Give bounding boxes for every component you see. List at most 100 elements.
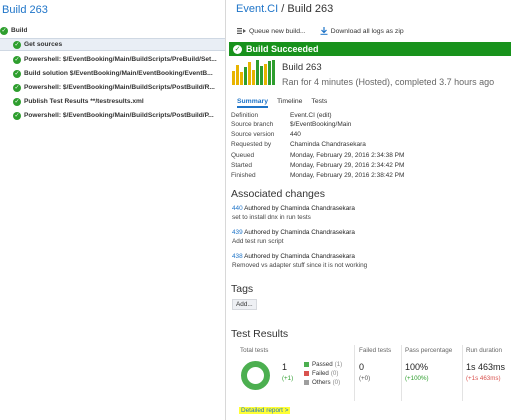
build-title[interactable]: Build 263 <box>2 4 48 16</box>
breadcrumb: Event.CI / Build 263 <box>236 3 333 15</box>
history-bar[interactable] <box>268 61 271 85</box>
failed-tests-delta: (+0) <box>359 375 371 382</box>
history-bar[interactable] <box>240 72 243 85</box>
build-root-node[interactable]: ✓ Build <box>0 24 225 37</box>
step-publish-test-results[interactable]: ✓ Publish Test Results **/testresults.xm… <box>0 95 225 108</box>
history-bar[interactable] <box>248 62 251 85</box>
change-id-link[interactable]: 438 <box>232 253 243 260</box>
step-label: Powershell: $/EventBooking/Main/BuildScr… <box>24 84 215 91</box>
history-bar[interactable] <box>256 60 259 85</box>
build-name: Build 263 <box>282 62 322 73</box>
failed-swatch <box>304 371 309 376</box>
others-count: (0) <box>332 379 341 386</box>
download-logs-button[interactable]: Download all logs as zip <box>320 27 404 35</box>
detail-label: Finished <box>231 172 256 179</box>
detail-label: Started <box>231 162 252 169</box>
change-item: 438 Authored by Chaminda Chandrasekara R… <box>232 253 367 269</box>
build-history-chart[interactable] <box>232 60 276 85</box>
step-powershell-prebuild[interactable]: ✓ Powershell: $/EventBooking/Main/BuildS… <box>0 53 225 66</box>
history-bar[interactable] <box>236 65 239 85</box>
add-tag-button[interactable]: Add... <box>232 299 257 310</box>
change-item: 439 Authored by Chaminda Chandrasekara A… <box>232 229 355 245</box>
build-status-banner: ✓ Build Succeeded <box>229 42 511 56</box>
total-tests-header: Total tests <box>240 347 269 354</box>
step-build-solution[interactable]: ✓ Build solution $/EventBooking/Main/Eve… <box>0 67 225 80</box>
change-message: Removed vs adapter stuff since it is not… <box>232 262 368 269</box>
queue-new-build-button[interactable]: Queue new build... <box>237 27 306 35</box>
change-author: Authored by Chaminda Chandrasekara <box>244 205 355 212</box>
test-results-heading: Test Results <box>231 328 289 340</box>
test-results-donut[interactable] <box>240 360 271 391</box>
history-bar[interactable] <box>232 71 235 85</box>
tab-summary[interactable]: Summary <box>237 98 268 108</box>
check-icon: ✓ <box>0 26 8 35</box>
check-icon: ✓ <box>13 97 21 106</box>
passed-label: Passed <box>312 361 333 368</box>
step-powershell-postbuild-p[interactable]: ✓ Powershell: $/EventBooking/Main/BuildS… <box>0 109 225 122</box>
change-author: Authored by Chaminda Chandrasekara <box>244 229 355 236</box>
detail-label: Definition <box>231 112 259 119</box>
failed-count: (0) <box>330 370 339 377</box>
step-label: Publish Test Results **/testresults.xml <box>24 98 144 105</box>
toolbar: Queue new build... Download all logs as … <box>228 22 511 40</box>
build-root-label: Build <box>11 27 28 34</box>
failed-tests-value: 0 <box>359 362 365 372</box>
check-icon: ✓ <box>13 69 21 78</box>
change-id-link[interactable]: 440 <box>232 205 243 212</box>
check-icon: ✓ <box>233 44 242 54</box>
others-label: Others <box>312 379 331 386</box>
change-author: Authored by Chaminda Chandrasekara <box>244 253 355 260</box>
banner-text: Build Succeeded <box>246 44 319 54</box>
failed-label: Failed <box>312 370 329 377</box>
detail-value: Monday, February 29, 2016 2:34:38 PM <box>290 152 405 159</box>
failed-tests-header: Failed tests <box>359 347 392 354</box>
step-get-sources[interactable]: ✓ Get sources <box>0 38 225 51</box>
detail-label: Queued <box>231 152 255 159</box>
definition-link[interactable]: Event.CI (edit) <box>290 112 332 119</box>
change-message: Add test run script <box>232 238 284 245</box>
column-divider <box>462 345 463 401</box>
detail-label: Source branch <box>231 121 274 128</box>
run-duration-value: 1s 463ms <box>466 362 506 372</box>
column-divider <box>354 345 355 401</box>
download-icon <box>320 27 328 35</box>
history-bar[interactable] <box>264 64 267 85</box>
summary-tabs: Summary Timeline Tests <box>237 98 336 108</box>
others-swatch <box>304 380 309 385</box>
step-powershell-postbuild-r[interactable]: ✓ Powershell: $/EventBooking/Main/BuildS… <box>0 81 225 94</box>
detail-label: Source version <box>231 131 275 138</box>
step-label: Powershell: $/EventBooking/Main/BuildScr… <box>24 112 214 119</box>
check-icon: ✓ <box>13 55 21 64</box>
tab-tests[interactable]: Tests <box>311 98 327 108</box>
tab-timeline[interactable]: Timeline <box>277 98 302 108</box>
step-label: Powershell: $/EventBooking/Main/BuildScr… <box>24 56 217 63</box>
detail-value: $/EventBooking/Main <box>290 121 352 128</box>
step-label: Build solution $/EventBooking/Main/Event… <box>24 70 213 77</box>
detailed-report-link[interactable]: Detailed report > <box>239 407 291 414</box>
legend-others: Others (0) <box>304 379 340 386</box>
detail-value: Chaminda Chandrasekara <box>290 141 366 148</box>
pass-percentage-value: 100% <box>405 362 429 372</box>
detail-label: Requested by <box>231 141 272 148</box>
legend-passed: Passed (1) <box>304 361 342 368</box>
history-bar[interactable] <box>252 70 255 85</box>
change-id-link[interactable]: 439 <box>232 229 243 236</box>
run-duration-delta: (+1s 463ms) <box>466 375 501 382</box>
history-bar[interactable] <box>260 66 263 85</box>
history-bar[interactable] <box>244 67 247 85</box>
check-icon: ✓ <box>13 83 21 92</box>
build-steps-pane: Build 263 ✓ Build ✓ Get sources ✓ Powers… <box>0 0 226 420</box>
breadcrumb-build: Build 263 <box>287 3 334 15</box>
source-version-link[interactable]: 440 <box>290 131 301 138</box>
step-label: Get sources <box>24 41 63 48</box>
detail-value: Monday, February 29, 2016 2:38:42 PM <box>290 172 405 179</box>
breadcrumb-definition-link[interactable]: Event.CI <box>236 3 278 15</box>
total-tests-value: 1 <box>282 362 288 372</box>
queue-build-icon <box>237 28 246 34</box>
change-item: 440 Authored by Chaminda Chandrasekara s… <box>232 205 355 221</box>
breadcrumb-separator: / <box>278 3 288 15</box>
run-duration-header: Run duration <box>466 347 503 354</box>
pass-percentage-delta: (+100%) <box>405 375 429 382</box>
check-icon: ✓ <box>13 40 21 49</box>
history-bar[interactable] <box>272 60 275 85</box>
